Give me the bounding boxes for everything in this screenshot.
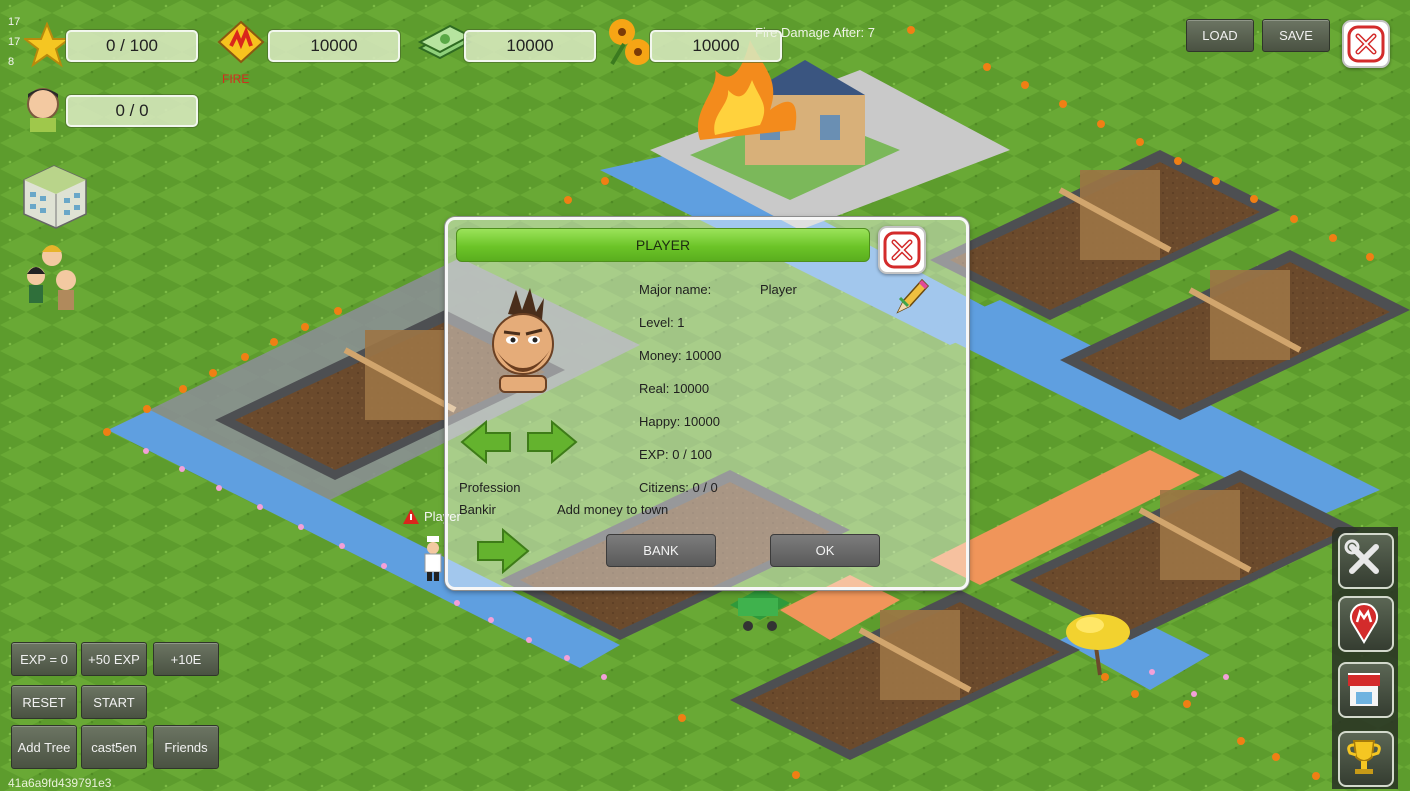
profession-label: Profession [459, 480, 521, 495]
money-counter: 10000 [464, 30, 596, 62]
citizen-face-icon [20, 82, 66, 134]
player-character-icon[interactable] [420, 536, 446, 582]
building-icon[interactable] [20, 160, 90, 232]
fire-counter: 10000 [268, 30, 400, 62]
plus-50-exp-button[interactable]: +50 EXP [81, 642, 147, 676]
exp-counter: 0 / 100 [66, 30, 198, 62]
start-button[interactable]: START [81, 685, 147, 719]
save-button[interactable]: SAVE [1262, 19, 1330, 52]
reset-button[interactable]: RESET [11, 685, 77, 719]
exp-zero-button[interactable]: EXP = 0 [11, 642, 77, 676]
previous-avatar-arrow-icon[interactable] [460, 419, 512, 465]
session-id: 41a6a9fd439791e3 [8, 776, 112, 790]
ok-button[interactable]: OK [770, 534, 880, 567]
tools-button[interactable] [1338, 533, 1394, 589]
next-profession-arrow-icon[interactable] [476, 527, 530, 575]
profession-description: Add money to town [557, 502, 669, 517]
fire-badge-icon [213, 18, 269, 66]
tools-icon [1344, 539, 1379, 574]
dialog-close-button[interactable] [878, 226, 926, 274]
money-text: Money: 10000 [639, 348, 722, 363]
cast-button[interactable]: cast5en [81, 725, 147, 769]
citizens-counter: 0 / 0 [66, 95, 198, 127]
exp-text: EXP: 0 / 100 [639, 447, 712, 462]
map-button[interactable] [1338, 596, 1394, 652]
bank-button[interactable]: BANK [606, 534, 716, 567]
load-button[interactable]: LOAD [1186, 19, 1254, 52]
close-game-button[interactable] [1342, 20, 1390, 68]
major-name-label: Major name: [639, 282, 712, 297]
trophy-icon [1347, 740, 1381, 774]
happy-text: Happy: 10000 [639, 414, 720, 429]
player-avatar [478, 284, 568, 394]
edit-name-pencil-icon[interactable] [894, 276, 930, 316]
shop-button[interactable] [1338, 662, 1394, 718]
major-name-value: Player [760, 282, 797, 297]
debug-line-1: 17 [8, 16, 21, 28]
fire-damage-timer: Fire Damage After: 7 [755, 25, 875, 40]
close-icon [883, 231, 921, 269]
profession-value: Bankir [459, 502, 496, 517]
citizens-group-icon[interactable] [22, 240, 84, 316]
real-text: Real: 10000 [639, 381, 710, 396]
fire-label: FIRE [222, 72, 250, 86]
star-icon [22, 21, 72, 68]
plus-10-button[interactable]: +10E [153, 642, 219, 676]
dialog-title: PLAYER [456, 228, 870, 262]
debug-line-2: 17 [8, 36, 21, 48]
friends-button[interactable]: Friends [153, 725, 219, 769]
citizens-text: Citizens: 0 / 0 [639, 480, 718, 495]
alert-icon [402, 508, 420, 526]
level-text: Level: 1 [639, 315, 685, 330]
shop-icon [1348, 673, 1380, 706]
map-pin-icon [1350, 603, 1378, 644]
player-dialog: PLAYER Major name: Player Level: 1 Money… [445, 217, 969, 590]
close-icon [1347, 25, 1385, 63]
trophy-button[interactable] [1338, 731, 1394, 787]
add-tree-button[interactable]: Add Tree [11, 725, 77, 769]
debug-line-3: 8 [8, 56, 15, 68]
next-avatar-arrow-icon[interactable] [526, 419, 578, 465]
